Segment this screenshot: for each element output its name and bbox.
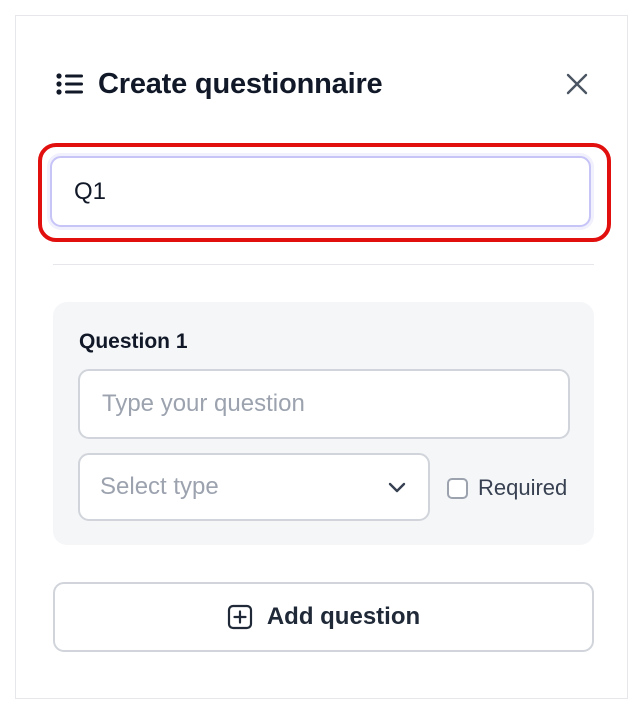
question-type-select[interactable]: Select type [78, 453, 430, 521]
question-label: Question 1 [79, 330, 188, 353]
add-question-label: Add question [266, 603, 421, 630]
add-question-button[interactable]: Add question [53, 582, 594, 652]
plus-square-icon [227, 604, 252, 630]
close-button[interactable] [563, 70, 591, 98]
required-checkbox[interactable] [447, 477, 468, 499]
list-icon [56, 73, 83, 95]
divider [53, 264, 594, 265]
close-icon [566, 73, 588, 95]
question-card: Question 1 Select type Required [53, 302, 594, 545]
panel-title: Create questionnaire [98, 67, 383, 100]
panel-header: Create questionnaire [56, 66, 591, 102]
questionnaire-name-input[interactable] [50, 156, 591, 227]
required-label: Required [478, 475, 568, 500]
required-toggle[interactable]: Required [447, 475, 567, 501]
question-type-placeholder: Select type [100, 473, 219, 500]
questionnaire-panel: Create questionnaire Question 1 Select t… [15, 15, 628, 699]
question-text-input[interactable] [78, 369, 570, 439]
chevron-down-icon [388, 482, 406, 493]
